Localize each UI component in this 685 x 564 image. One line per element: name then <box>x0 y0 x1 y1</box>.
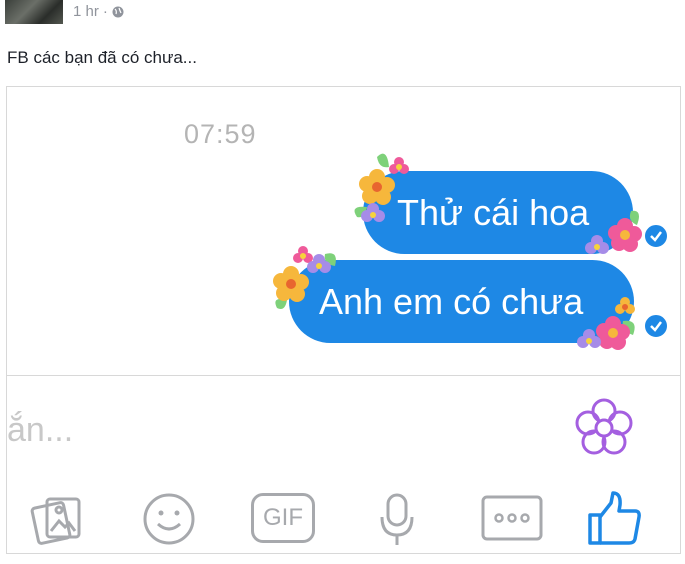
meta-separator: · <box>102 3 108 20</box>
chat-timestamp: 07:59 <box>184 119 257 149</box>
microphone-icon[interactable] <box>375 491 419 547</box>
flower-decoration-icon <box>585 210 642 254</box>
flower-icon[interactable] <box>573 397 635 459</box>
gif-label: GIF <box>263 504 303 531</box>
photo-icon[interactable] <box>29 491 85 547</box>
more-icon[interactable] <box>481 495 543 541</box>
like-thumb-icon[interactable] <box>587 489 643 547</box>
post-time[interactable]: 1 hr <box>73 3 99 20</box>
post-caption: FB các bạn đã có chưa... <box>7 48 197 67</box>
message-input[interactable]: ắn... <box>7 411 73 450</box>
globe-icon[interactable] <box>112 6 124 18</box>
flower-decoration-icon <box>577 297 635 350</box>
message-text: Anh em có chưa <box>319 280 584 322</box>
gif-button[interactable]: GIF <box>251 493 315 543</box>
divider <box>7 375 680 376</box>
emoji-icon[interactable] <box>141 491 197 547</box>
delivered-check-icon <box>643 223 669 249</box>
flower-decoration-icon <box>354 153 409 222</box>
flower-decoration-icon <box>273 246 336 309</box>
post-meta: 1 hr · <box>73 3 124 20</box>
messenger-screenshot: 07:59 Thử cái hoa Anh em có chưa ắn... G… <box>6 86 681 554</box>
delivered-check-icon <box>643 313 669 339</box>
avatar[interactable] <box>5 0 63 24</box>
